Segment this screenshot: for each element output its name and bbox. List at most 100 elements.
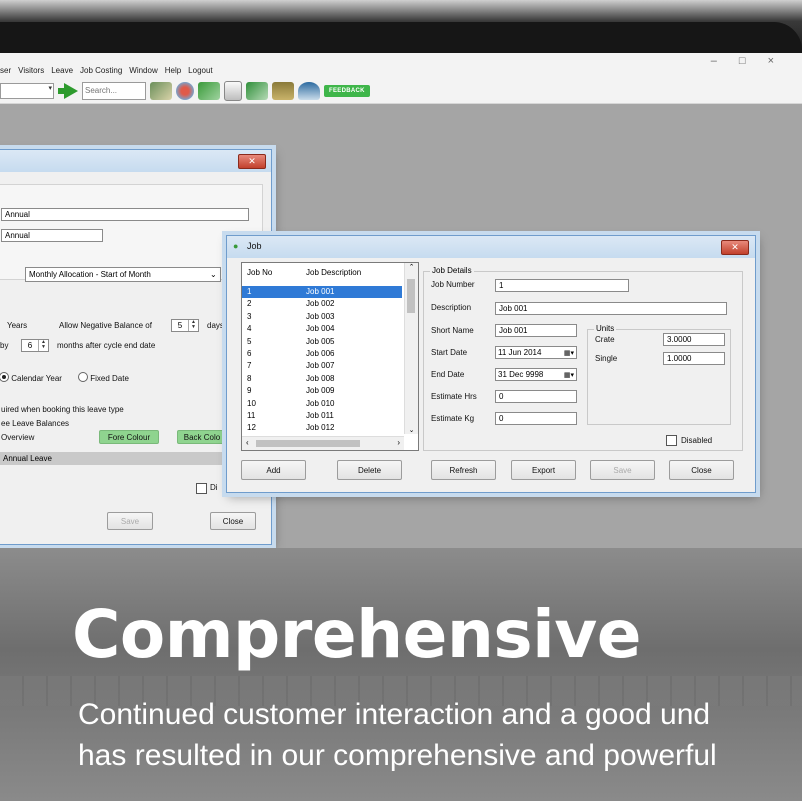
end-date-label: End Date [431, 370, 465, 379]
menu-item-visitors[interactable]: Visitors [18, 66, 44, 75]
tools-icon[interactable] [198, 82, 220, 100]
updown-icon[interactable]: ▲ ▼ [188, 320, 198, 331]
job-close-button[interactable]: Close [669, 460, 734, 480]
estimate-kg-field[interactable] [495, 412, 577, 425]
negative-balance-stepper[interactable]: 5 ▲ ▼ [171, 319, 199, 332]
fore-colour-button[interactable]: Fore Colour [99, 430, 159, 444]
scroll-up-icon[interactable]: ⌃ [405, 263, 418, 271]
negative-balance-label: Allow Negative Balance of [59, 321, 152, 330]
estimate-hrs-field[interactable] [495, 390, 577, 403]
single-field[interactable] [663, 352, 725, 365]
leave-close-button[interactable]: Close [210, 512, 256, 530]
description-field[interactable] [495, 302, 727, 315]
job-list-row[interactable]: 12 Job 012 [242, 422, 402, 434]
app-menubar: ser Visitors Leave Job Costing Window He… [0, 53, 802, 104]
scroll-right-icon[interactable]: › [397, 438, 400, 447]
refresh-globe-icon[interactable] [176, 82, 194, 100]
job-list-row[interactable]: 2 Job 002 [242, 298, 402, 310]
calendar-icon[interactable]: ▦▾ [564, 371, 576, 379]
disabled-checkbox[interactable] [196, 483, 207, 494]
window-close-button[interactable]: × [768, 55, 774, 67]
delete-button[interactable]: Delete [337, 460, 402, 480]
feedback-button[interactable]: FEEDBACK [324, 85, 370, 97]
job-no-cell: 7 [247, 361, 252, 371]
start-date-picker[interactable]: 11 Jun 2014 ▦▾ [495, 346, 577, 359]
job-description-cell: Job 011 [306, 411, 334, 420]
vertical-scrollbar[interactable]: ⌃ ⌄ [404, 263, 418, 434]
estimate-hrs-label: Estimate Hrs [431, 392, 477, 401]
job-no-cell: 1 [247, 287, 252, 296]
cash-register-icon[interactable] [272, 82, 294, 100]
job-app-icon: ● [233, 241, 239, 251]
leave-dialog-close-button[interactable]: ✕ [238, 154, 266, 169]
job-list-row[interactable]: 7 Job 007 [242, 360, 402, 372]
years-label: Years [7, 321, 28, 330]
updown-icon[interactable]: ▲ ▼ [38, 340, 48, 351]
job-disabled-checkbox[interactable] [666, 435, 677, 446]
job-list-row[interactable]: 9 Job 009 [242, 385, 402, 397]
start-date-label: Start Date [431, 348, 468, 357]
maximize-button[interactable]: □ [739, 55, 746, 67]
scroll-left-icon[interactable]: ‹ [246, 438, 249, 447]
negative-balance-value: 5 [177, 321, 183, 330]
job-number-label: Job Number [431, 280, 475, 289]
job-list-row[interactable]: 3 Job 003 [242, 311, 402, 323]
job-no-cell: 11 [247, 411, 256, 420]
crate-field[interactable] [663, 333, 725, 346]
go-arrow-icon[interactable] [58, 83, 78, 99]
document-icon[interactable] [224, 81, 242, 101]
search-input[interactable] [82, 82, 146, 100]
add-button[interactable]: Add [241, 460, 306, 480]
job-description-cell: Job 008 [306, 373, 335, 383]
job-no-cell: 2 [247, 299, 252, 309]
job-no-cell: 10 [247, 398, 256, 408]
job-save-button[interactable]: Save [590, 460, 655, 480]
employee-icon[interactable] [150, 82, 172, 100]
menu-item-job-costing[interactable]: Job Costing [80, 66, 122, 75]
calendar-year-option[interactable]: Calendar Year [0, 372, 62, 383]
end-date-picker[interactable]: 31 Dec 9998 ▦▾ [495, 368, 577, 381]
job-list-row[interactable]: 1 Job 001 [242, 286, 402, 298]
allocation-select[interactable]: Monthly Allocation - Start of Month ⌄ [25, 267, 221, 282]
hscroll-thumb[interactable] [256, 440, 360, 447]
menu-item-logout[interactable]: Logout [188, 66, 212, 75]
disabled-label: Di [210, 483, 218, 492]
leave-name-field[interactable] [1, 208, 249, 221]
module-combo[interactable]: ▾ [0, 83, 54, 99]
menu-item-help[interactable]: Help [165, 66, 181, 75]
job-number-field[interactable] [495, 279, 629, 292]
job-list-row[interactable]: 5 Job 005 [242, 336, 402, 348]
job-list-header: Job No Job Description [242, 263, 402, 281]
job-dialog-close-button[interactable]: ✕ [721, 240, 749, 255]
calendar-icon[interactable]: ▦▾ [564, 349, 576, 357]
job-list-row[interactable]: 6 Job 006 [242, 348, 402, 360]
export-button[interactable]: Export [511, 460, 576, 480]
months-stepper[interactable]: 6 ▲ ▼ [21, 339, 49, 352]
menu-item-leave[interactable]: Leave [51, 66, 73, 75]
menu-item-window[interactable]: Window [129, 66, 157, 75]
short-name-field[interactable] [495, 324, 577, 337]
menu-item-user[interactable]: ser [0, 66, 11, 75]
headline: Comprehensive [72, 596, 642, 673]
job-list[interactable]: Job No Job Description 1 Job 001 2 Job 002 3… [241, 262, 419, 451]
body-line-2: has resulted in our comprehensive and po… [78, 739, 717, 772]
minimize-button[interactable]: – [711, 55, 717, 67]
job-list-row[interactable]: 11 Job 011 [242, 410, 402, 422]
job-no-cell: 8 [247, 373, 252, 383]
back-colour-button[interactable]: Back Colo [177, 430, 227, 444]
job-list-row[interactable]: 10 Job 010 [242, 398, 402, 410]
required-text: uired when booking this leave type [1, 405, 124, 414]
scroll-thumb[interactable] [407, 279, 415, 313]
fixed-date-option[interactable]: Fixed Date [78, 372, 129, 383]
scroll-down-icon[interactable]: ⌄ [405, 426, 418, 434]
job-list-row[interactable]: 8 Job 008 [242, 373, 402, 385]
terminal-icon[interactable] [298, 82, 320, 100]
col-job-description[interactable]: Job Description [306, 268, 361, 277]
leave-short-name-field[interactable] [1, 229, 103, 242]
job-list-row[interactable]: 4 Job 004 [242, 323, 402, 335]
refresh-button[interactable]: Refresh [431, 460, 496, 480]
leave-save-button[interactable]: Save [107, 512, 153, 530]
horizontal-scrollbar[interactable]: ‹ › [242, 436, 404, 450]
col-job-no[interactable]: Job No [247, 268, 272, 277]
export-arrow-icon[interactable] [246, 82, 268, 100]
